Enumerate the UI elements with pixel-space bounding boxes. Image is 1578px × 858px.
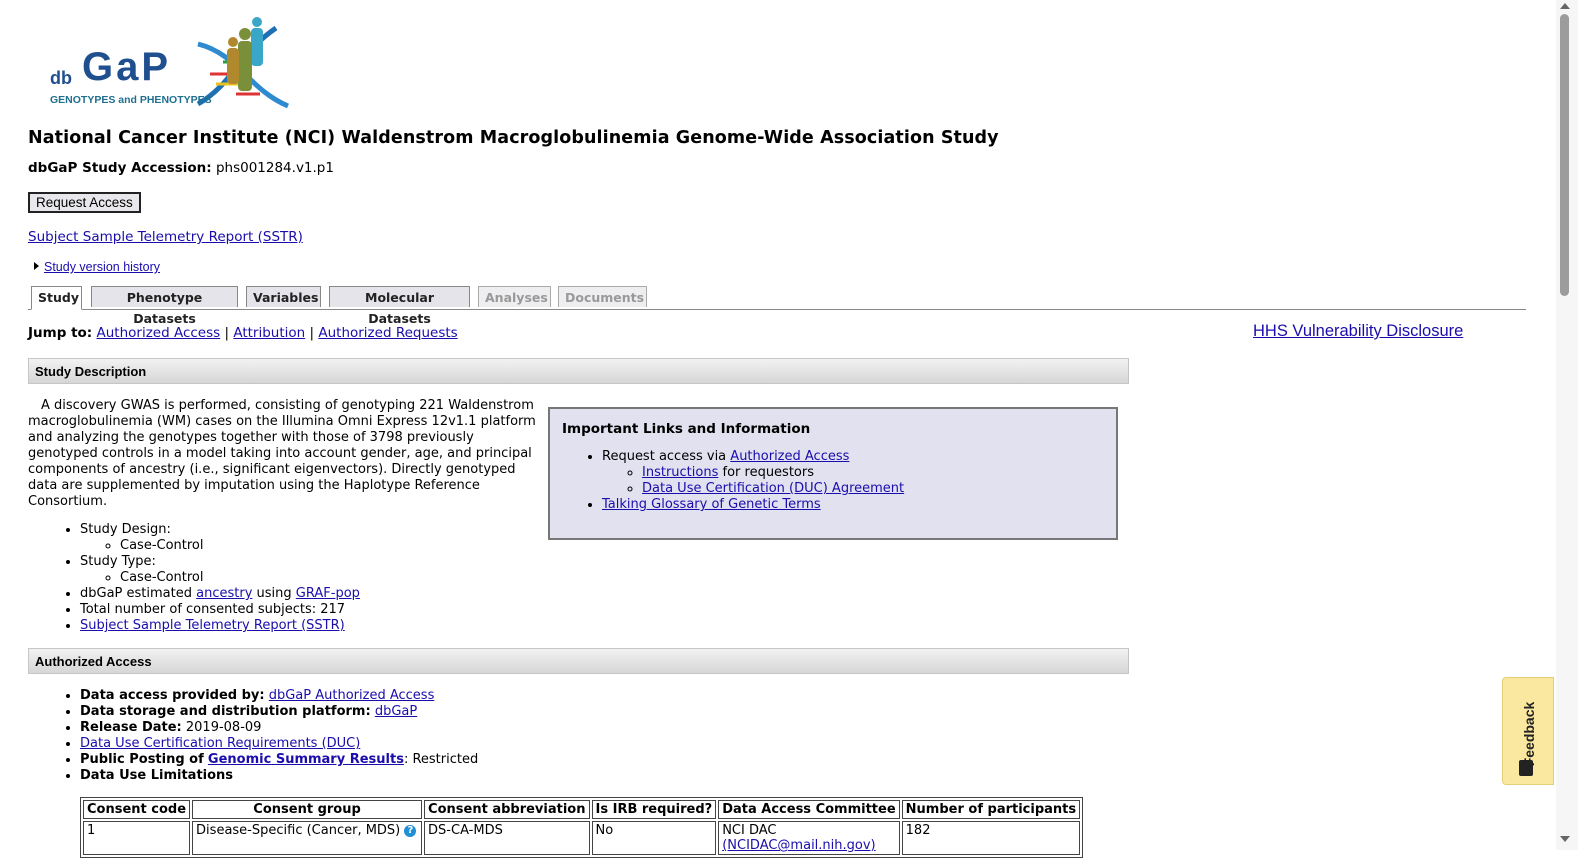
section-header-authorized-access: Authorized Access xyxy=(28,648,1129,674)
ancestry-link[interactable]: ancestry xyxy=(196,586,252,601)
dac-email-link[interactable]: (NCIDAC@mail.nih.gov) xyxy=(722,838,875,853)
jump-attribution[interactable]: Attribution xyxy=(233,325,305,341)
instructions-link[interactable]: Instructions xyxy=(642,465,718,480)
platform-item: Data storage and distribution platform: … xyxy=(80,704,478,720)
jump-authorized-access[interactable]: Authorized Access xyxy=(97,325,221,341)
dbgap-authorized-access-link[interactable]: dbGaP Authorized Access xyxy=(269,688,435,703)
tab-phenotype-datasets[interactable]: Phenotype Datasets xyxy=(91,286,238,326)
feedback-icon xyxy=(1519,760,1533,776)
data-use-limitations-item: Data Use Limitations xyxy=(80,768,478,784)
jump-authorized-requests[interactable]: Authorized Requests xyxy=(318,325,457,341)
section-header-study-description: Study Description xyxy=(28,358,1129,384)
study-design-label: Study Design: xyxy=(80,522,171,537)
authorized-access-list: Data access provided by: dbGaP Authorize… xyxy=(28,688,478,784)
study-type-label: Study Type: xyxy=(80,554,156,569)
limitations-label: Data Use Limitations xyxy=(80,768,234,783)
data-access-provider-item: Data access provided by: dbGaP Authorize… xyxy=(80,688,478,704)
glossary-link[interactable]: Talking Glossary of Genetic Terms xyxy=(602,497,821,512)
tab-bar: Study Phenotype Datasets Variables Molec… xyxy=(28,286,1526,326)
gsr-item: Public Posting of Genomic Summary Result… xyxy=(80,752,478,768)
important-links-box: Important Links and Information Request … xyxy=(548,407,1118,540)
scrollbar-thumb[interactable] xyxy=(1560,14,1569,296)
sstr-list-link[interactable]: Subject Sample Telemetry Report (SSTR) xyxy=(80,618,345,633)
ancestry-item: dbGaP estimated ancestry using GRAF-pop xyxy=(80,586,360,602)
dbgap-logo[interactable]: db GaP GENOTYPES and PHENOTYPES xyxy=(48,14,308,110)
provider-label: Data access provided by: xyxy=(80,688,265,703)
request-access-item: Request access via Authorized Access Ins… xyxy=(602,449,1104,497)
accession-label: dbGaP Study Accession: xyxy=(28,160,212,176)
logo-prefix: db xyxy=(50,68,72,88)
jump-to-nav: Jump to: Authorized Access | Attribution… xyxy=(28,325,458,341)
duc-requirements-item: Data Use Certification Requirements (DUC… xyxy=(80,736,478,752)
help-icon[interactable]: ? xyxy=(404,825,417,837)
dac-name: NCI DAC xyxy=(722,823,777,838)
request-access-button[interactable]: Request Access xyxy=(28,192,141,213)
scroll-down-icon[interactable] xyxy=(1560,836,1570,842)
study-details-list: Study Design: Case-Control Study Type: C… xyxy=(28,522,360,634)
logo-name: GaP xyxy=(82,45,171,89)
col-participants: Number of participants xyxy=(901,800,1081,819)
consent-table: Consent code Consent group Consent abbre… xyxy=(80,797,1084,858)
graf-pop-link[interactable]: GRAF-pop xyxy=(296,586,360,601)
study-type-value: Case-Control xyxy=(120,570,360,586)
table-header-row: Consent code Consent group Consent abbre… xyxy=(83,800,1081,819)
sstr-link[interactable]: Subject Sample Telemetry Report (SSTR) xyxy=(28,229,303,245)
jump-separator: | xyxy=(309,325,315,341)
gsr-link[interactable]: Genomic Summary Results xyxy=(208,752,404,767)
platform-label: Data storage and distribution platform: xyxy=(80,704,371,719)
logo-tagline: GENOTYPES and PHENOTYPES xyxy=(50,94,212,106)
tab-molecular-datasets[interactable]: Molecular Datasets xyxy=(329,286,470,326)
jump-label: Jump to: xyxy=(28,325,93,341)
release-label: Release Date: xyxy=(80,720,182,735)
study-accession: dbGaP Study Accession: phs001284.v1.p1 xyxy=(28,160,334,176)
col-dac: Data Access Committee xyxy=(718,800,900,819)
release-date: 2019-08-09 xyxy=(185,720,262,735)
tab-variables[interactable]: Variables xyxy=(246,286,321,307)
glossary-item: Talking Glossary of Genetic Terms xyxy=(602,497,1104,513)
ancestry-pre: dbGaP estimated xyxy=(80,586,192,601)
duc-agreement-item: Data Use Certification (DUC) Agreement xyxy=(642,481,1104,497)
study-description-text: A discovery GWAS is performed, consistin… xyxy=(28,398,538,510)
hhs-vulnerability-link[interactable]: HHS Vulnerability Disclosure xyxy=(1253,322,1463,341)
info-box-title: Important Links and Information xyxy=(562,421,811,437)
sstr-item: Subject Sample Telemetry Report (SSTR) xyxy=(80,618,360,634)
jump-separator: | xyxy=(224,325,230,341)
page-title: National Cancer Institute (NCI) Waldenst… xyxy=(28,128,999,148)
vertical-scrollbar[interactable] xyxy=(1556,0,1578,850)
total-subjects-item: Total number of consented subjects: 217 xyxy=(80,602,360,618)
study-version-history[interactable]: Study version history xyxy=(34,260,160,274)
consent-group-text: Disease-Specific (Cancer, MDS) xyxy=(196,823,401,838)
feedback-button[interactable]: Feedback xyxy=(1502,677,1554,785)
duc-agreement-link[interactable]: Data Use Certification (DUC) Agreement xyxy=(642,481,904,496)
study-version-history-link[interactable]: Study version history xyxy=(44,260,160,274)
feedback-label: Feedback xyxy=(1521,701,1537,767)
instructions-item: Instructions for requestors xyxy=(642,465,1104,481)
info-authorized-access-link[interactable]: Authorized Access xyxy=(730,449,849,464)
study-type-item: Study Type: Case-Control xyxy=(80,554,360,586)
study-design-value: Case-Control xyxy=(120,538,360,554)
duc-requirements-link[interactable]: Data Use Certification Requirements (DUC… xyxy=(80,736,360,751)
instructions-post: for requestors xyxy=(722,465,815,480)
request-access-pre: Request access via xyxy=(602,449,727,464)
dbgap-platform-link[interactable]: dbGaP xyxy=(375,704,417,719)
ancestry-mid: using xyxy=(256,586,292,601)
gsr-pre: Public Posting of xyxy=(80,752,204,767)
tab-documents: Documents xyxy=(558,286,647,307)
tab-study[interactable]: Study xyxy=(31,286,82,310)
expand-triangle-icon[interactable] xyxy=(34,262,39,270)
accession-value: phs001284.v1.p1 xyxy=(215,160,334,176)
col-consent-group: Consent group xyxy=(192,800,423,819)
study-design-item: Study Design: Case-Control xyxy=(80,522,360,554)
tab-analyses: Analyses xyxy=(478,286,551,307)
col-irb-required: Is IRB required? xyxy=(591,800,717,819)
gsr-value: : Restricted xyxy=(403,752,479,767)
release-date-item: Release Date: 2019-08-09 xyxy=(80,720,478,736)
col-consent-code: Consent code xyxy=(83,800,191,819)
col-consent-abbreviation: Consent abbreviation xyxy=(424,800,590,819)
description-paragraph: A discovery GWAS is performed, consistin… xyxy=(28,398,536,509)
scroll-up-icon[interactable] xyxy=(1560,3,1570,9)
